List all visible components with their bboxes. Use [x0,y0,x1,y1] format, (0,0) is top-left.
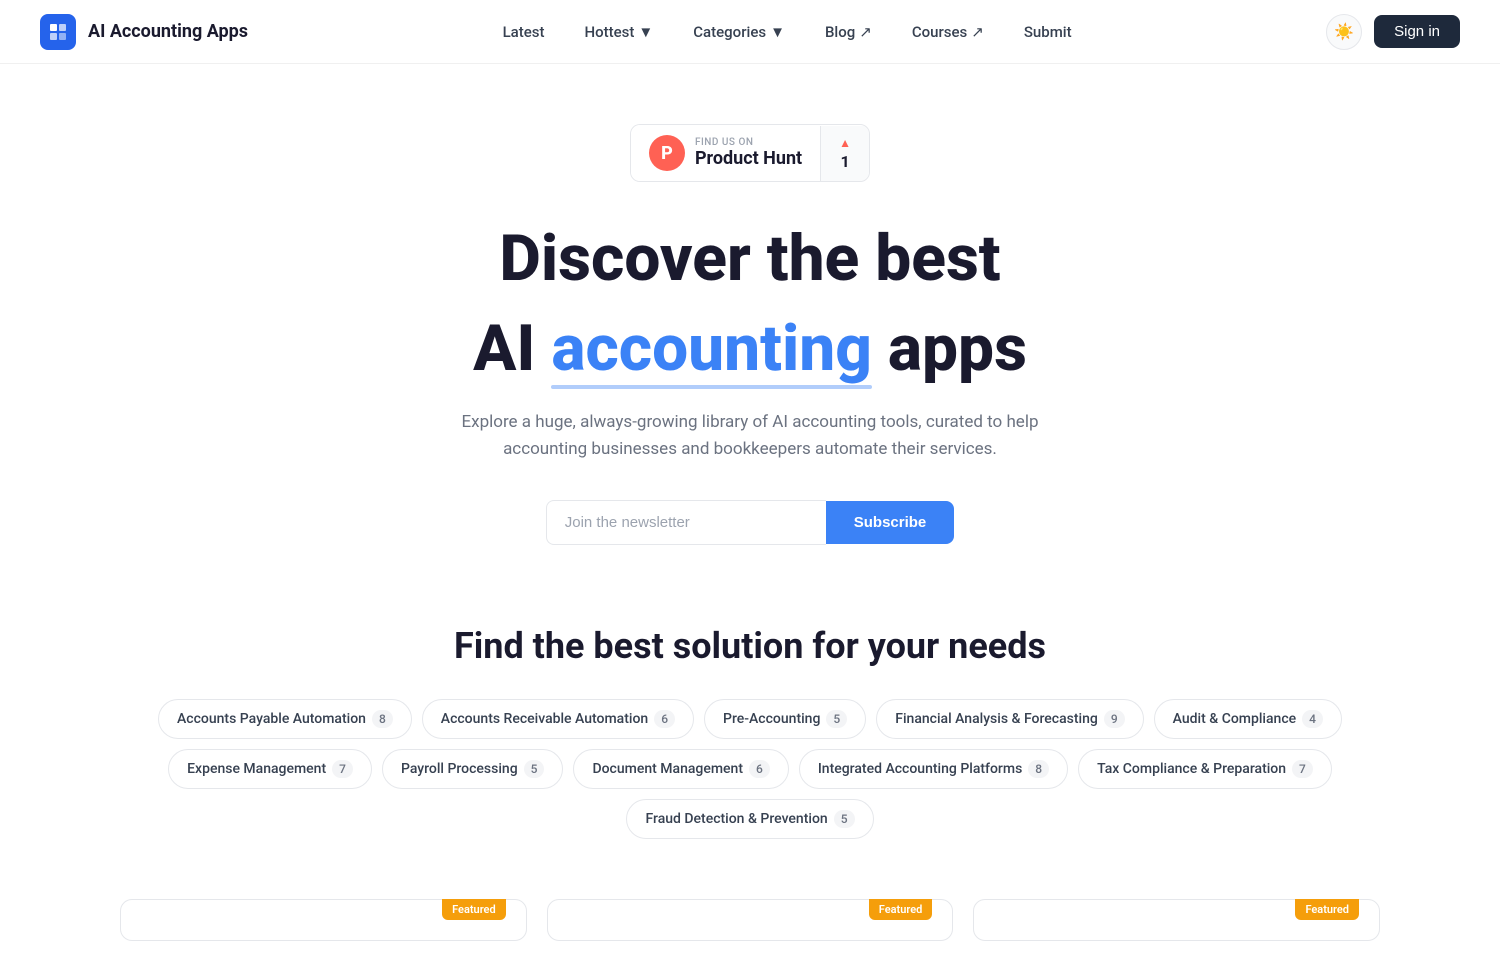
section-title: Find the best solution for your needs [120,625,1380,667]
category-chip-payroll-processing[interactable]: Payroll Processing 5 [382,749,564,789]
category-chip-integrated-platforms[interactable]: Integrated Accounting Platforms 8 [799,749,1068,789]
category-count: 5 [826,710,847,728]
newsletter-input[interactable] [546,500,826,545]
featured-card-3[interactable]: Featured [973,899,1380,941]
featured-badge: Featured [442,899,506,920]
category-label: Audit & Compliance [1173,711,1296,727]
categories-grid: Accounts Payable Automation 8 Accounts R… [120,699,1380,839]
category-chip-tax-compliance[interactable]: Tax Compliance & Preparation 7 [1078,749,1332,789]
ph-vote: ▲ 1 [820,126,869,181]
category-chip-audit-compliance[interactable]: Audit & Compliance 4 [1154,699,1342,739]
category-count: 8 [1028,760,1049,778]
theme-toggle-button[interactable]: ☀️ [1326,14,1362,50]
external-link-icon: ↗ [971,23,984,41]
category-count: 6 [654,710,675,728]
category-chip-expense-management[interactable]: Expense Management 7 [168,749,372,789]
nav-latest[interactable]: Latest [487,15,561,49]
hero-accent-word: accounting [551,312,872,386]
category-label: Payroll Processing [401,761,518,777]
logo-text: AI Accounting Apps [88,21,248,42]
category-count: 5 [834,810,855,828]
category-count: 5 [524,760,545,778]
newsletter-form: Subscribe [546,500,955,545]
category-count: 7 [332,760,353,778]
featured-badge: Featured [1295,899,1359,920]
nav-categories[interactable]: Categories ▼ [677,15,801,49]
product-hunt-badge[interactable]: P FIND US ON Product Hunt ▲ 1 [630,124,870,182]
hero-apps-suffix: apps [872,311,1027,386]
nav-submit[interactable]: Submit [1008,15,1088,49]
category-label: Fraud Detection & Prevention [645,811,827,827]
chevron-down-icon: ▼ [770,23,785,41]
hero-title-line2: AI accounting apps [473,312,1027,386]
category-chip-pre-accounting[interactable]: Pre-Accounting 5 [704,699,866,739]
ph-text: FIND US ON Product Hunt [695,137,802,169]
category-label: Document Management [592,761,743,777]
external-link-icon: ↗ [859,23,872,41]
category-count: 8 [372,710,393,728]
nav-courses[interactable]: Courses ↗ [896,15,1000,49]
category-label: Expense Management [187,761,326,777]
hero-title-line1: Discover the best [499,222,1000,296]
category-count: 4 [1302,710,1323,728]
sign-in-button[interactable]: Sign in [1374,15,1460,48]
hero-section: P FIND US ON Product Hunt ▲ 1 Discover t… [0,64,1500,585]
category-chip-fraud-detection[interactable]: Fraud Detection & Prevention 5 [626,799,873,839]
ph-find-us-label: FIND US ON [695,137,754,148]
product-hunt-icon: P [649,135,685,171]
ph-name-label: Product Hunt [695,148,802,169]
category-count: 9 [1104,710,1125,728]
ph-left: P FIND US ON Product Hunt [631,125,820,181]
upvote-icon: ▲ [839,136,851,150]
category-chip-accounts-payable[interactable]: Accounts Payable Automation 8 [158,699,412,739]
header-right: ☀️ Sign in [1326,14,1460,50]
category-chip-accounts-receivable[interactable]: Accounts Receivable Automation 6 [422,699,694,739]
featured-cards: Featured Featured Featured [120,899,1380,941]
category-label: Pre-Accounting [723,711,820,727]
main-nav: Latest Hottest ▼ Categories ▼ Blog ↗ Cou… [487,15,1088,49]
featured-card-2[interactable]: Featured [547,899,954,941]
categories-section: Find the best solution for your needs Ac… [0,585,1500,879]
category-label: Integrated Accounting Platforms [818,761,1022,777]
ph-count: 1 [841,152,850,171]
header: AI Accounting Apps Latest Hottest ▼ Cate… [0,0,1500,64]
logo-icon [40,14,76,50]
nav-blog[interactable]: Blog ↗ [809,15,888,49]
category-label: Accounts Receivable Automation [441,711,648,727]
featured-section: Featured Featured Featured [0,879,1500,961]
category-count: 6 [749,760,770,778]
category-label: Financial Analysis & Forecasting [895,711,1098,727]
chevron-down-icon: ▼ [638,23,653,41]
category-count: 7 [1292,760,1313,778]
featured-card-1[interactable]: Featured [120,899,527,941]
featured-badge: Featured [869,899,933,920]
logo-area: AI Accounting Apps [40,14,248,50]
category-chip-document-management[interactable]: Document Management 6 [573,749,788,789]
category-label: Accounts Payable Automation [177,711,366,727]
hero-ai-prefix: AI [473,311,551,386]
nav-hottest[interactable]: Hottest ▼ [569,15,670,49]
subscribe-button[interactable]: Subscribe [826,501,955,544]
hero-description: Explore a huge, always-growing library o… [461,409,1038,463]
category-label: Tax Compliance & Preparation [1097,761,1286,777]
category-chip-financial-analysis[interactable]: Financial Analysis & Forecasting 9 [876,699,1143,739]
